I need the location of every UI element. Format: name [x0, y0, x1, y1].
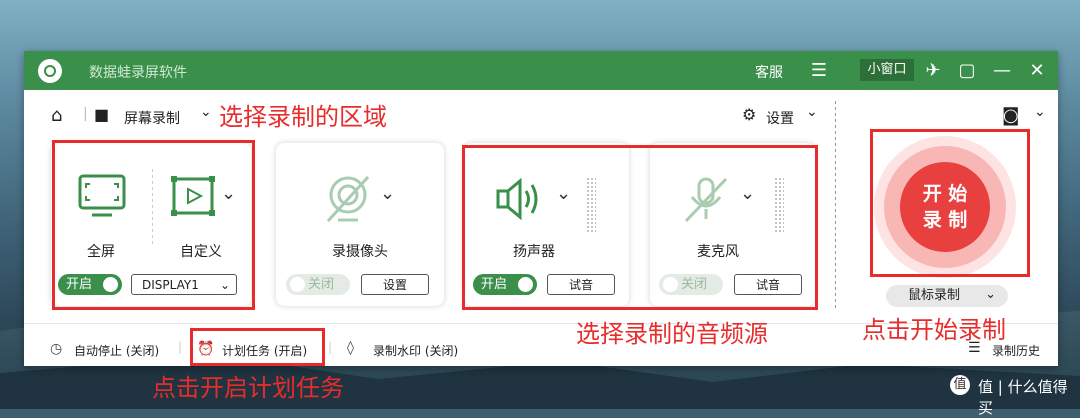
annotation-select-audio: 选择录制的音频源	[576, 320, 768, 348]
annotation-box-area	[52, 140, 255, 310]
camera-label: 录摄像头	[332, 244, 388, 260]
menu-icon[interactable]: ☰	[808, 60, 830, 82]
site-watermark: 值 | 什么值得买	[978, 378, 1068, 417]
bottom-divider-1: |	[178, 340, 183, 354]
annotation-click-start: 点击开始录制	[862, 316, 1006, 344]
screenshot-camera-icon[interactable]: ◙	[1002, 105, 1019, 126]
mode-chevron-down-icon[interactable]: ⌄	[200, 104, 212, 120]
annotation-box-audio	[462, 145, 818, 310]
annotation-box-schedule	[190, 328, 325, 366]
record-mode-label: 鼠标录制	[908, 288, 961, 303]
screenshot-chevron-down-icon[interactable]: ⌄	[1034, 104, 1046, 120]
title-bar: 数据蛙录屏软件 客服 ☰ 小窗口 ✈ ▢ — ✕	[24, 51, 1058, 90]
nav-divider: |	[83, 106, 88, 122]
camera-settings-button[interactable]: 设置	[361, 274, 429, 295]
mode-dropdown[interactable]: 屏幕录制	[124, 108, 180, 128]
minimize-icon[interactable]: —	[991, 60, 1013, 82]
auto-stop-button[interactable]: 自动停止 (关闭)	[74, 342, 159, 359]
record-mode-dropdown[interactable]: 鼠标录制 ⌄	[886, 285, 1008, 307]
annotation-select-area: 选择录制的区域	[219, 103, 387, 131]
toggle-knob	[290, 277, 305, 292]
water-drop-icon: ◊	[347, 340, 354, 356]
annotation-box-record	[870, 129, 1030, 277]
site-logo-icon: 值	[950, 375, 970, 395]
camera-mode-icon: ■	[94, 105, 110, 124]
customer-service-link[interactable]: 客服	[755, 62, 783, 82]
camera-toggle[interactable]: 关闭	[286, 274, 350, 295]
settings-button[interactable]: 设置	[766, 108, 794, 128]
camera-chevron-down-icon[interactable]: ⌄	[380, 183, 395, 204]
webcam-icon[interactable]	[324, 175, 372, 223]
close-icon[interactable]: ✕	[1026, 60, 1048, 82]
record-mode-chevron-down-icon: ⌄	[985, 287, 996, 302]
camera-card: ⌄ 录摄像头 关闭 设置	[276, 143, 444, 306]
clock-icon: ◷	[50, 341, 63, 357]
dashed-divider	[835, 101, 836, 311]
annotation-schedule-tip: 点击开启计划任务	[152, 374, 344, 402]
app-logo-icon	[38, 59, 62, 83]
pin-icon[interactable]: ✈	[922, 60, 944, 82]
home-icon[interactable]: ⌂	[51, 105, 62, 126]
app-title: 数据蛙录屏软件	[89, 65, 187, 81]
mini-window-button[interactable]: 小窗口	[860, 59, 914, 81]
skin-icon[interactable]: ▢	[956, 60, 978, 82]
settings-gear-icon[interactable]: ⚙	[742, 105, 756, 124]
watermark-button[interactable]: 录制水印 (关闭)	[373, 342, 458, 359]
bottom-divider-2: |	[328, 340, 333, 354]
settings-chevron-down-icon[interactable]: ⌄	[806, 104, 818, 120]
